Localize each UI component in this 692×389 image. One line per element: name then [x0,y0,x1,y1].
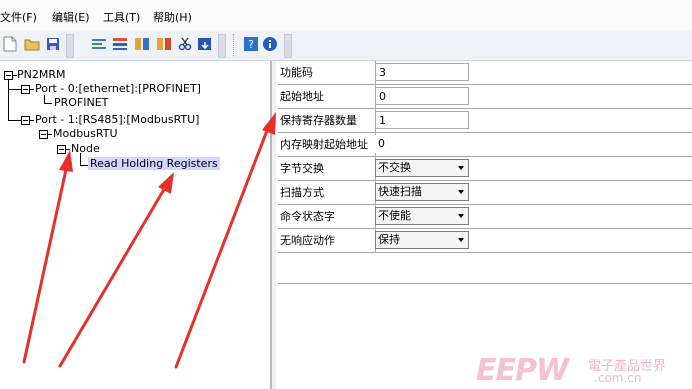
tree-connector [8,120,22,121]
property-row: 命令状态字 不使能 [278,205,692,229]
project-tree: PN2MRM Port - 0:[ethernet]:[PROFINET] PR… [0,61,272,389]
property-label: 保持寄存器数量 [278,109,376,132]
byte-swap-select[interactable]: 不交换 [375,159,469,177]
property-row: 内存映射起始地址 0 [278,133,692,157]
config-icon[interactable] [91,36,107,52]
property-label: 功能码 [278,61,376,84]
watermark-logo: EEPW [476,353,569,388]
collapse-icon[interactable] [21,85,30,94]
tree-item-profinet[interactable]: PROFINET [54,96,108,109]
property-row: 字节交换 不交换 [278,157,692,181]
tree-connector [30,89,34,90]
property-label: 起始地址 [278,85,376,108]
tree-connector [80,165,88,166]
menu-help[interactable]: 帮助(H) [153,9,192,25]
chevron-down-icon[interactable] [458,214,464,218]
tree-item-port1[interactable]: Port - 1:[RS485]:[ModbusRTU] [35,113,199,126]
grid-divider [278,283,692,284]
property-label: 扫描方式 [278,181,376,204]
collapse-icon[interactable] [4,71,13,80]
scan-mode-select[interactable]: 快速扫描 [375,183,469,201]
toolbar-grip[interactable] [66,34,74,58]
tree-connector [66,149,70,150]
property-row: 扫描方式 快速扫描 [278,181,692,205]
save-icon[interactable] [45,36,61,52]
select-value: 保持 [378,233,400,246]
command-status-select[interactable]: 不使能 [375,207,469,225]
property-row: 起始地址 0 [278,85,692,109]
collapse-icon[interactable] [21,116,30,125]
tree-item-read-holding-registers[interactable]: Read Holding Registers [88,157,220,170]
tree-item-root[interactable]: PN2MRM [17,68,66,81]
property-row: 无响应动作 保持 [278,229,692,253]
property-row: 功能码 3 [278,61,692,85]
menu-file[interactable]: 文件(F) [0,9,37,25]
property-grid: 功能码 3 起始地址 0 保持寄存器数量 1 内存映射起始地址 0 字节交换 不… [278,61,692,283]
menu-bar: 文件(F) 编辑(E) 工具(T) 帮助(H) [0,0,692,30]
chevron-down-icon[interactable] [458,190,464,194]
chevron-down-icon[interactable] [458,166,464,170]
property-label: 无响应动作 [278,229,376,252]
tree-connector [80,153,81,165]
tool-b-icon[interactable] [156,36,172,52]
svg-text:?: ? [248,38,254,51]
info-icon[interactable] [262,36,278,52]
menu-tools[interactable]: 工具(T) [103,9,140,25]
tree-connector [8,89,22,90]
menu-edit[interactable]: 编辑(E) [52,9,90,25]
watermark: EEPW 電子產品世界 .com.cn [476,353,686,388]
property-label: 命令状态字 [278,205,376,228]
tree-connector [48,134,52,135]
toolbar-separator [233,34,236,56]
open-folder-icon[interactable] [24,36,40,52]
select-value: 不交换 [378,161,411,174]
select-value: 快速扫描 [378,185,422,198]
list-icon[interactable] [112,36,128,52]
tree-item-port0[interactable]: Port - 0:[ethernet]:[PROFINET] [35,82,201,95]
scissors-icon[interactable] [177,36,193,52]
toolbar-grip[interactable] [218,34,226,58]
function-code-field[interactable]: 3 [375,63,469,81]
tree-connector [8,80,9,121]
tree-connector [44,103,52,104]
tool-a-icon[interactable] [134,36,150,52]
chevron-down-icon[interactable] [458,238,464,242]
download-icon[interactable] [197,36,213,52]
no-response-action-select[interactable]: 保持 [375,231,469,249]
property-label: 内存映射起始地址 [278,133,376,156]
collapse-icon[interactable] [57,145,66,154]
memory-map-start-field[interactable]: 0 [375,135,469,153]
register-count-field[interactable]: 1 [375,111,469,129]
tree-item-node[interactable]: Node [71,142,100,155]
select-value: 不使能 [378,209,411,222]
start-address-field[interactable]: 0 [375,87,469,105]
collapse-icon[interactable] [39,130,48,139]
tree-item-modbusrtu[interactable]: ModbusRTU [53,127,118,140]
toolbar-grip[interactable] [284,34,292,58]
property-row: 保持寄存器数量 1 [278,109,692,133]
watermark-domain: .com.cn [594,371,642,385]
property-label: 字节交换 [278,157,376,180]
new-file-icon[interactable] [2,36,18,52]
help-icon[interactable]: ? [243,36,259,52]
tree-connector [44,95,45,103]
tree-connector [30,120,34,121]
